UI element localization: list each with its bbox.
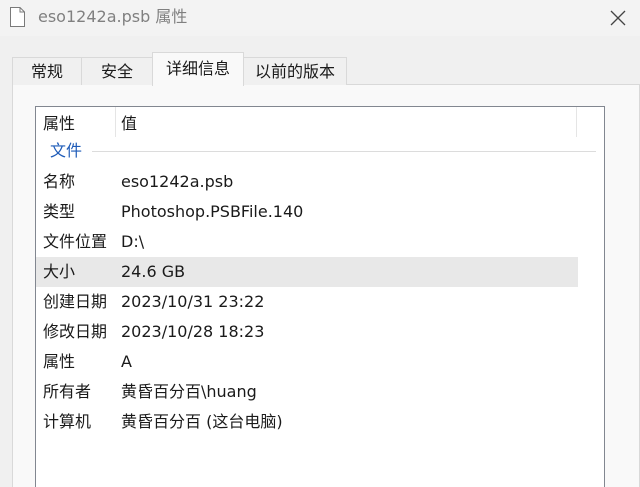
properties-window: eso1242a.psb 属性 常规 安全 详细信息 以前的版本 属性 值 文件…: [0, 0, 640, 487]
column-separator[interactable]: [576, 107, 577, 137]
list-item[interactable]: 计算机 黄昏百分百 (这台电脑): [36, 407, 578, 437]
column-header-value[interactable]: 值: [121, 107, 137, 137]
property-value: A: [121, 352, 132, 371]
property-name: 创建日期: [43, 292, 108, 311]
list-header: 属性 值: [36, 107, 577, 137]
property-name: 类型: [43, 202, 76, 221]
tab-general[interactable]: 常规: [12, 57, 82, 85]
property-name: 大小: [43, 262, 76, 281]
property-value: 24.6 GB: [121, 262, 186, 281]
column-header-property[interactable]: 属性: [43, 107, 75, 137]
property-name: 属性: [43, 352, 76, 371]
tab-strip: 常规 安全 详细信息 以前的版本: [0, 52, 640, 86]
property-name: 修改日期: [43, 322, 108, 341]
property-value: Photoshop.PSBFile.140: [121, 202, 304, 221]
property-name: 所有者: [43, 382, 92, 401]
property-value: D:\: [121, 232, 145, 251]
close-icon: [610, 10, 626, 26]
property-name: 名称: [43, 172, 76, 191]
list-item[interactable]: 名称 eso1242a.psb: [36, 167, 578, 197]
column-separator[interactable]: [115, 107, 116, 137]
property-name: 文件位置: [43, 232, 108, 251]
tab-details[interactable]: 详细信息: [152, 52, 244, 86]
property-value: 2023/10/31 23:22: [121, 292, 265, 311]
property-value: 黄昏百分百 (这台电脑): [121, 412, 283, 431]
property-value: 2023/10/28 18:23: [121, 322, 265, 341]
property-name: 计算机: [43, 412, 92, 431]
list-item[interactable]: 属性 A: [36, 347, 578, 377]
tab-previous-versions[interactable]: 以前的版本: [243, 57, 347, 85]
close-button[interactable]: [604, 6, 632, 30]
list-item-selected[interactable]: 大小 24.6 GB: [36, 257, 578, 287]
property-value: eso1242a.psb: [121, 172, 234, 191]
title-bar: eso1242a.psb 属性: [0, 0, 640, 36]
file-icon: [10, 7, 25, 27]
details-list[interactable]: 属性 值 文件 名称 eso1242a.psb 类型 Photoshop.PSB…: [35, 106, 605, 487]
group-label: 文件: [50, 141, 83, 160]
list-item[interactable]: 类型 Photoshop.PSBFile.140: [36, 197, 578, 227]
list-item[interactable]: 修改日期 2023/10/28 18:23: [36, 317, 578, 347]
property-value: 黄昏百分百\huang: [121, 382, 257, 401]
window-title: eso1242a.psb 属性: [38, 7, 188, 26]
tab-security[interactable]: 安全: [81, 57, 153, 85]
list-item[interactable]: 创建日期 2023/10/31 23:22: [36, 287, 578, 317]
group-header-file[interactable]: 文件: [36, 139, 596, 163]
list-item[interactable]: 所有者 黄昏百分百\huang: [36, 377, 578, 407]
group-divider: [92, 151, 596, 152]
list-item[interactable]: 文件位置 D:\: [36, 227, 578, 257]
